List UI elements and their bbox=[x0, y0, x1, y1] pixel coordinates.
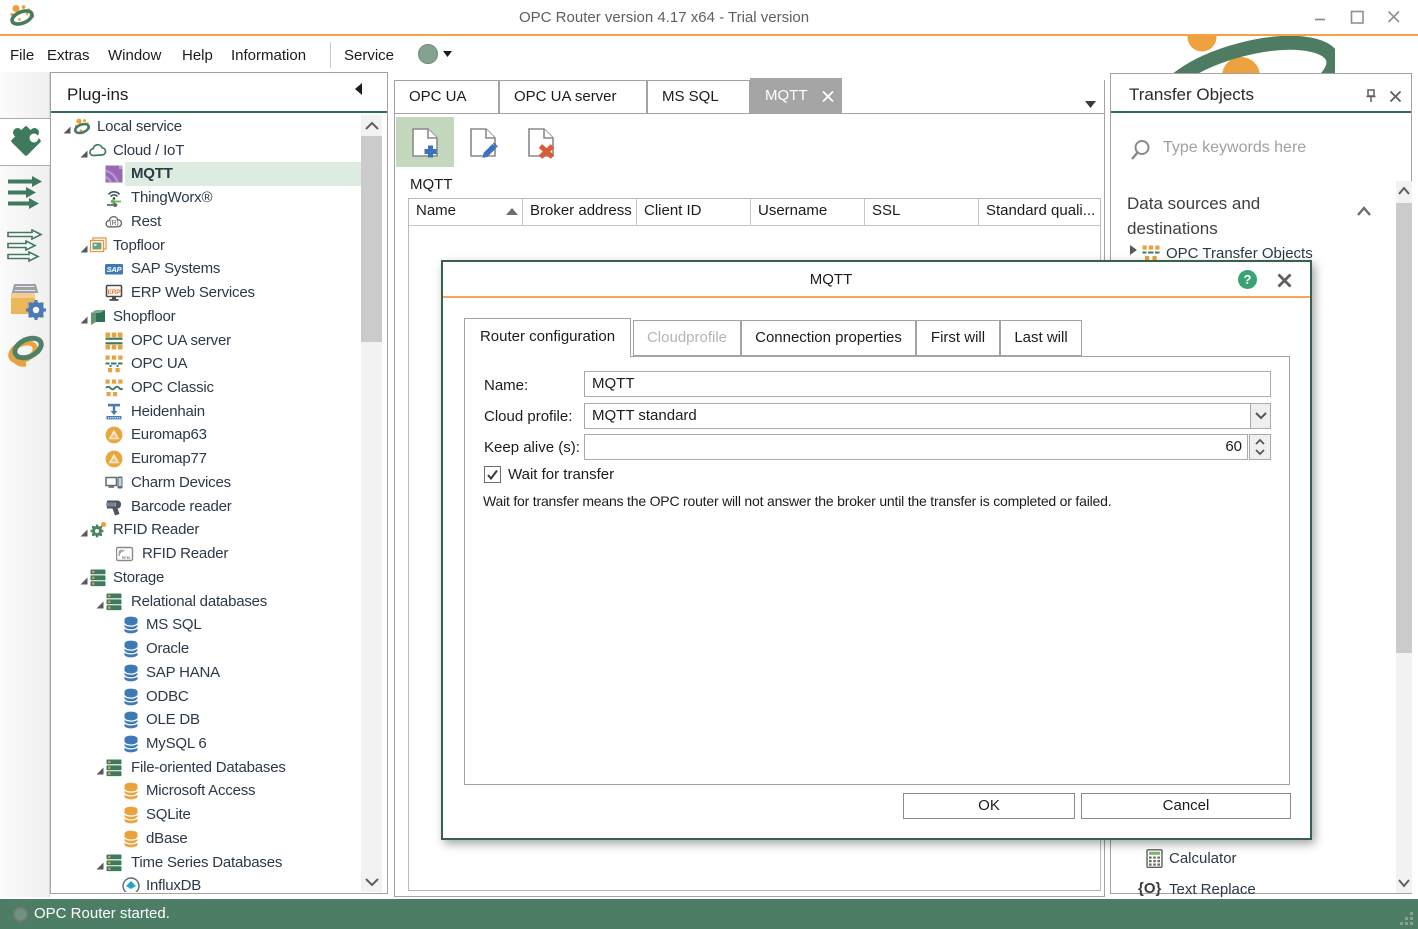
svg-text:RFID: RFID bbox=[122, 555, 131, 560]
svg-text:?: ? bbox=[1244, 272, 1252, 287]
svg-text:ERP: ERP bbox=[108, 289, 122, 296]
svg-text:(R): (R) bbox=[109, 220, 118, 227]
svg-text:SAP: SAP bbox=[107, 265, 123, 274]
